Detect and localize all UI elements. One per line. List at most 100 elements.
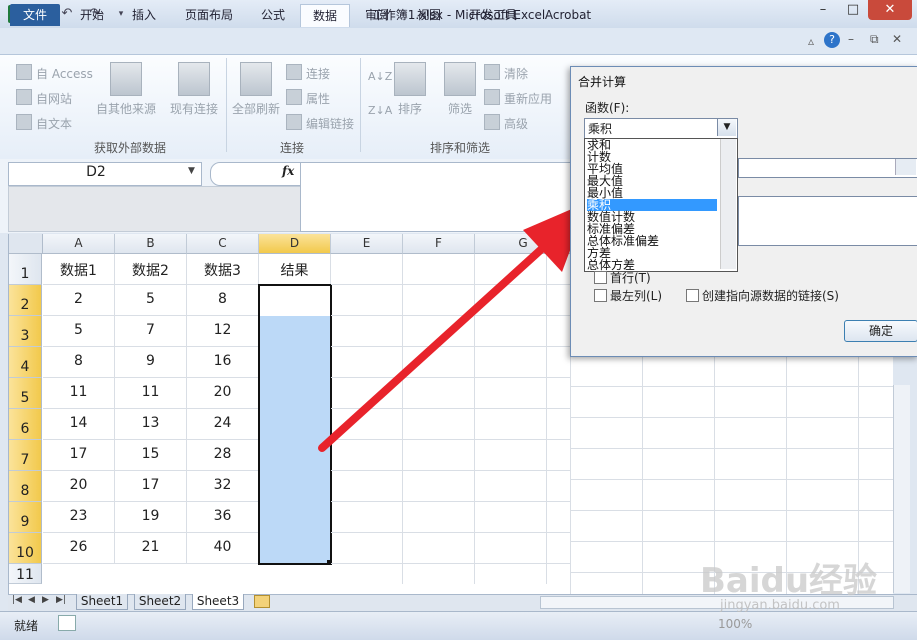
- top-row-checkbox[interactable]: [594, 271, 607, 284]
- existing-connections-button[interactable]: 现有连接: [166, 62, 222, 117]
- column-header-a[interactable]: A: [43, 234, 115, 254]
- connections-button[interactable]: 连接: [286, 64, 330, 82]
- tab-review[interactable]: 审阅: [354, 4, 400, 26]
- table-cell[interactable]: 20: [187, 378, 259, 409]
- table-cell[interactable]: 9: [115, 347, 187, 378]
- dropdown-option[interactable]: 总体方差: [587, 259, 717, 271]
- table-cell[interactable]: 8: [43, 347, 115, 378]
- maximize-icon[interactable]: □: [838, 0, 868, 20]
- table-cell[interactable]: 36: [187, 502, 259, 533]
- table-cell[interactable]: 7: [115, 316, 187, 347]
- macro-record-icon[interactable]: [58, 615, 76, 631]
- doc-close-icon[interactable]: ✕: [892, 32, 902, 46]
- reapply-button[interactable]: 重新应用: [484, 89, 552, 107]
- first-sheet-icon[interactable]: |◀: [12, 595, 22, 605]
- table-cell[interactable]: 23: [43, 502, 115, 533]
- ribbon-minimize-icon[interactable]: ▵: [808, 34, 814, 48]
- sheet-tab-1[interactable]: Sheet1: [76, 594, 128, 610]
- table-cell[interactable]: 13: [115, 409, 187, 440]
- help-icon[interactable]: ?: [824, 32, 840, 48]
- table-cell[interactable]: 15: [115, 440, 187, 471]
- table-cell[interactable]: 21: [115, 533, 187, 564]
- insert-sheet-icon[interactable]: [254, 595, 270, 608]
- table-cell[interactable]: 17: [43, 440, 115, 471]
- chevron-down-icon[interactable]: ▼: [188, 166, 195, 176]
- tab-view[interactable]: 视图: [406, 4, 452, 26]
- vertical-scrollbar[interactable]: [893, 385, 910, 593]
- row-header[interactable]: 9: [9, 502, 42, 533]
- from-other-sources-button[interactable]: 自其他来源: [94, 62, 158, 117]
- table-cell[interactable]: 5: [115, 285, 187, 316]
- reference-input[interactable]: [738, 158, 917, 178]
- left-column-checkbox[interactable]: [594, 289, 607, 302]
- table-cell[interactable]: 12: [187, 316, 259, 347]
- table-cell[interactable]: 26: [43, 533, 115, 564]
- table-cell[interactable]: 32: [187, 471, 259, 502]
- sheet-tab-2[interactable]: Sheet2: [134, 594, 186, 610]
- tab-insert[interactable]: 插入: [120, 4, 168, 26]
- table-cell[interactable]: 28: [187, 440, 259, 471]
- tab-page-layout[interactable]: 页面布局: [176, 4, 242, 26]
- ok-button[interactable]: 确定: [844, 320, 917, 342]
- tab-developer[interactable]: 开发工具: [460, 4, 526, 26]
- table-cell[interactable]: 40: [187, 533, 259, 564]
- table-cell[interactable]: 19: [115, 502, 187, 533]
- insert-function-icon[interactable]: fx: [282, 164, 294, 178]
- last-sheet-icon[interactable]: ▶|: [56, 595, 66, 605]
- table-cell[interactable]: 8: [187, 285, 259, 316]
- table-cell[interactable]: 5: [43, 316, 115, 347]
- sort-desc-icon[interactable]: Z↓A: [368, 104, 392, 117]
- clear-button[interactable]: 清除: [484, 64, 528, 82]
- minimize-icon[interactable]: –: [808, 0, 838, 20]
- row-header[interactable]: 8: [9, 471, 42, 502]
- table-cell[interactable]: 16: [187, 347, 259, 378]
- column-header-c[interactable]: C: [187, 234, 259, 254]
- all-references-list[interactable]: [738, 196, 917, 246]
- cell-c1[interactable]: 数据3: [187, 254, 259, 285]
- table-cell[interactable]: 20: [43, 471, 115, 502]
- doc-restore-icon[interactable]: ⧉: [870, 32, 879, 47]
- next-sheet-icon[interactable]: ▶: [42, 595, 49, 605]
- refresh-all-button[interactable]: 全部刷新: [230, 62, 282, 117]
- column-header-b[interactable]: B: [115, 234, 187, 254]
- zoom-level[interactable]: 100%: [718, 617, 752, 631]
- table-cell[interactable]: 14: [43, 409, 115, 440]
- row-header[interactable]: 2: [9, 285, 42, 316]
- dropdown-scrollbar[interactable]: [720, 139, 736, 269]
- table-cell[interactable]: 17: [115, 471, 187, 502]
- properties-button[interactable]: 属性: [286, 89, 330, 107]
- chevron-down-icon[interactable]: ▼: [717, 119, 736, 136]
- tab-acrobat[interactable]: Acrobat: [536, 4, 600, 26]
- close-icon[interactable]: ✕: [868, 0, 912, 20]
- cell-a1[interactable]: 数据1: [43, 254, 115, 285]
- from-access-button[interactable]: 自 Access: [16, 64, 93, 82]
- row-header[interactable]: 7: [9, 440, 42, 471]
- from-web-button[interactable]: 自网站: [16, 89, 72, 107]
- sort-asc-icon[interactable]: A↓Z: [368, 70, 392, 83]
- row-header[interactable]: 11: [9, 564, 42, 584]
- cell-b1[interactable]: 数据2: [115, 254, 187, 285]
- row-header[interactable]: 1: [9, 254, 42, 285]
- filter-button[interactable]: 筛选: [440, 62, 480, 117]
- tab-home[interactable]: 开始: [68, 4, 116, 26]
- sort-button[interactable]: 排序: [390, 62, 430, 117]
- tab-formulas[interactable]: 公式: [250, 4, 296, 26]
- doc-minimize-icon[interactable]: –: [848, 32, 854, 46]
- row-header[interactable]: 10: [9, 533, 42, 564]
- tab-data[interactable]: 数据: [300, 4, 350, 27]
- collapse-dialog-icon[interactable]: [895, 159, 916, 175]
- row-header[interactable]: 5: [9, 378, 42, 409]
- tab-file[interactable]: 文件: [10, 4, 60, 26]
- edit-links-button[interactable]: 编辑链接: [286, 114, 354, 132]
- row-header[interactable]: 4: [9, 347, 42, 378]
- create-links-checkbox[interactable]: [686, 289, 699, 302]
- sheet-tab-3[interactable]: Sheet3: [192, 594, 244, 610]
- table-cell[interactable]: 2: [43, 285, 115, 316]
- from-text-button[interactable]: 自文本: [16, 114, 72, 132]
- table-cell[interactable]: 11: [115, 378, 187, 409]
- table-cell[interactable]: 24: [187, 409, 259, 440]
- select-all-corner[interactable]: [9, 234, 43, 254]
- table-cell[interactable]: 11: [43, 378, 115, 409]
- advanced-button[interactable]: 高级: [484, 114, 528, 132]
- prev-sheet-icon[interactable]: ◀: [28, 595, 35, 605]
